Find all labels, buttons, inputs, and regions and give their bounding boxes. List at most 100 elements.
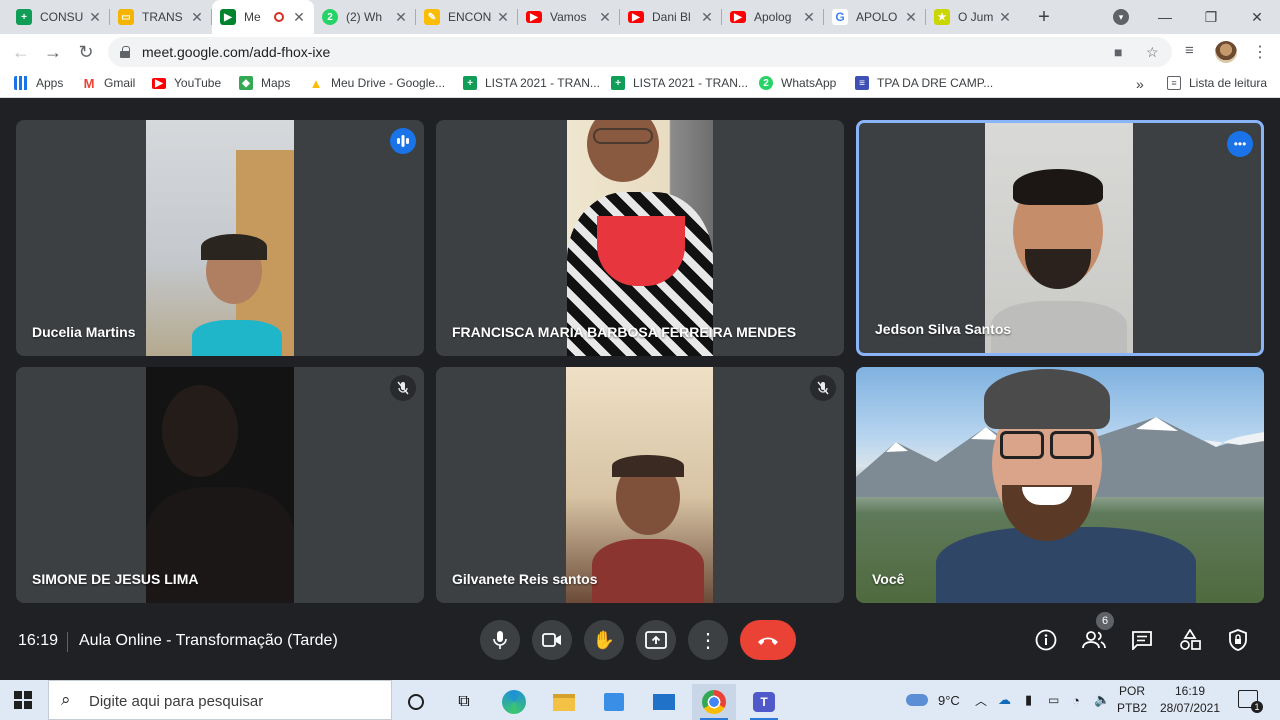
taskbar-search-box[interactable]: ⌕ Digite aqui para pesquisar (48, 680, 392, 720)
profile-avatar[interactable] (1215, 41, 1237, 63)
mic-off-icon (390, 375, 416, 401)
close-tab-icon[interactable]: ✕ (394, 9, 408, 26)
beanie (984, 369, 1110, 429)
close-tab-icon[interactable]: ✕ (88, 9, 102, 26)
volume-icon[interactable]: 🔈 (1094, 680, 1110, 720)
close-tab-icon[interactable]: ✕ (496, 9, 510, 26)
reading-list-button[interactable]: ≡ Lista de leitura (1167, 76, 1267, 90)
camera-button[interactable] (532, 620, 572, 660)
bookmark-whatsapp[interactable]: 2 WhatsApp (759, 76, 836, 90)
bookmark-drive[interactable]: ▲ Meu Drive - Google... (309, 76, 445, 91)
bookmark-lista-2[interactable]: + LISTA 2021 - TRAN... (611, 76, 748, 90)
forward-icon[interactable]: → (41, 40, 65, 64)
close-window-icon[interactable]: ✕ (1234, 0, 1280, 34)
more-options-button[interactable]: ⋮ (688, 620, 728, 660)
browser-tab-active[interactable]: ▶ Me ✕ (212, 0, 314, 34)
close-tab-icon[interactable]: ✕ (598, 9, 612, 26)
hair (1013, 169, 1103, 205)
browser-tab[interactable]: 2 (2) Wh ✕ (314, 0, 416, 34)
browser-tab[interactable]: G APOLO ✕ (824, 0, 926, 34)
microphone-button[interactable] (480, 620, 520, 660)
participant-tile-active[interactable]: Jedson Silva Santos ••• (856, 120, 1264, 356)
camera-in-use-icon[interactable]: ■ (1114, 44, 1122, 60)
youtube-icon: ▶ (730, 11, 746, 23)
back-icon[interactable]: ← (9, 40, 33, 64)
raise-hand-button[interactable]: ✋ (584, 620, 624, 660)
weather-widget[interactable]: 9°C (906, 680, 960, 720)
chat-button[interactable] (1128, 626, 1156, 654)
bookmark-star-icon[interactable]: ☆ (1146, 44, 1159, 61)
usb-icon[interactable]: ▭ (1048, 680, 1059, 720)
meeting-details-button[interactable] (1032, 626, 1060, 654)
participant-tile[interactable]: Ducelia Martins (16, 120, 424, 356)
bookmark-tpa[interactable]: ≡ TPA DA DRE CAMP... (855, 76, 993, 90)
activities-button[interactable] (1176, 626, 1204, 654)
url-text[interactable]: meet.google.com/add-fhox-ixe (142, 44, 330, 60)
bookmark-maps[interactable]: ◆ Maps (239, 76, 290, 90)
participant-tile[interactable]: Gilvanete Reis santos (436, 367, 844, 603)
wifi-icon[interactable]: ◔ (1072, 680, 1080, 720)
edge-icon[interactable] (492, 684, 536, 720)
leave-call-button[interactable] (740, 620, 796, 660)
whatsapp-icon: 2 (759, 76, 773, 90)
participants-button[interactable] (1080, 626, 1108, 654)
reload-icon[interactable]: ↻ (74, 40, 98, 64)
close-tab-icon[interactable]: ✕ (802, 9, 816, 26)
speaking-indicator-icon (390, 128, 416, 154)
tab-search-icon[interactable]: ▾ (1113, 9, 1129, 25)
participant-body (592, 539, 704, 603)
bookmark-lista-1[interactable]: + LISTA 2021 - TRAN... (463, 76, 600, 90)
cortana-icon[interactable] (394, 684, 438, 720)
browser-tab[interactable]: ★ O Jum ✕ (926, 0, 1020, 34)
mail-icon[interactable] (642, 684, 686, 720)
media-control-icon[interactable]: ≡ (1185, 42, 1194, 59)
host-controls-button[interactable] (1224, 626, 1252, 654)
bookmark-apps[interactable]: Apps (14, 76, 63, 90)
language-indicator[interactable]: POR PTB2 (1116, 683, 1148, 717)
sheets-icon: + (16, 9, 32, 25)
browser-menu-icon[interactable]: ⋮ (1252, 42, 1268, 62)
present-screen-button[interactable] (636, 620, 676, 660)
close-tab-icon[interactable]: ✕ (904, 9, 918, 26)
more-options-icon[interactable]: ••• (1227, 131, 1253, 157)
participant-tile[interactable]: FRANCISCA MARIA BARBOSA FERREIRA MENDES (436, 120, 844, 356)
browser-tab[interactable]: ▶ Dani Bl ✕ (620, 0, 722, 34)
browser-tab[interactable]: ▶ Vamos ✕ (518, 0, 620, 34)
close-tab-icon[interactable]: ✕ (292, 9, 306, 26)
restore-icon[interactable]: ❐ (1188, 0, 1234, 34)
close-tab-icon[interactable]: ✕ (700, 9, 714, 26)
browser-tab[interactable]: ▭ TRANS ✕ (110, 0, 212, 34)
address-bar[interactable]: meet.google.com/add-fhox-ixe ■ ☆ (108, 37, 1172, 67)
teams-icon[interactable]: T (742, 684, 786, 720)
taskbar-clock[interactable]: 16:19 28/07/2021 (1152, 683, 1228, 717)
lock-icon[interactable] (120, 46, 130, 58)
new-tab-button[interactable]: + (1032, 5, 1056, 29)
tray-overflow-icon[interactable]: ︿ (975, 680, 987, 720)
participant-body (192, 320, 282, 356)
notifications-icon[interactable]: 1 (1238, 690, 1263, 713)
star-icon: ★ (934, 9, 950, 25)
close-tab-icon[interactable]: ✕ (998, 9, 1012, 26)
camera-icon (542, 633, 561, 647)
more-vert-icon: ⋮ (698, 629, 718, 652)
chrome-icon[interactable] (692, 684, 736, 720)
browser-tab[interactable]: ✎ ENCON ✕ (416, 0, 518, 34)
bookmark-gmail[interactable]: M Gmail (82, 76, 135, 91)
onedrive-icon[interactable]: ☁ (998, 680, 1011, 720)
browser-tab[interactable]: + CONSU ✕ (8, 0, 110, 34)
close-tab-icon[interactable]: ✕ (190, 9, 204, 26)
participant-tile[interactable]: SIMONE DE JESUS LIMA (16, 367, 424, 603)
more-bookmarks-button[interactable]: » (1136, 76, 1144, 92)
forms-icon: ≡ (855, 76, 869, 90)
minimize-icon[interactable]: — (1142, 0, 1188, 34)
task-view-icon[interactable]: ⧉ (442, 684, 486, 720)
windows-start-icon[interactable] (14, 691, 32, 709)
file-explorer-icon[interactable] (542, 684, 586, 720)
participant-video (146, 367, 294, 603)
tray-mic-icon[interactable]: ▮ (1025, 680, 1032, 720)
self-view-tile[interactable]: Você (856, 367, 1264, 603)
store-icon[interactable] (592, 684, 636, 720)
bookmark-youtube[interactable]: ▶ YouTube (152, 76, 221, 90)
participant-video (567, 120, 713, 356)
browser-tab[interactable]: ▶ Apolog ✕ (722, 0, 824, 34)
